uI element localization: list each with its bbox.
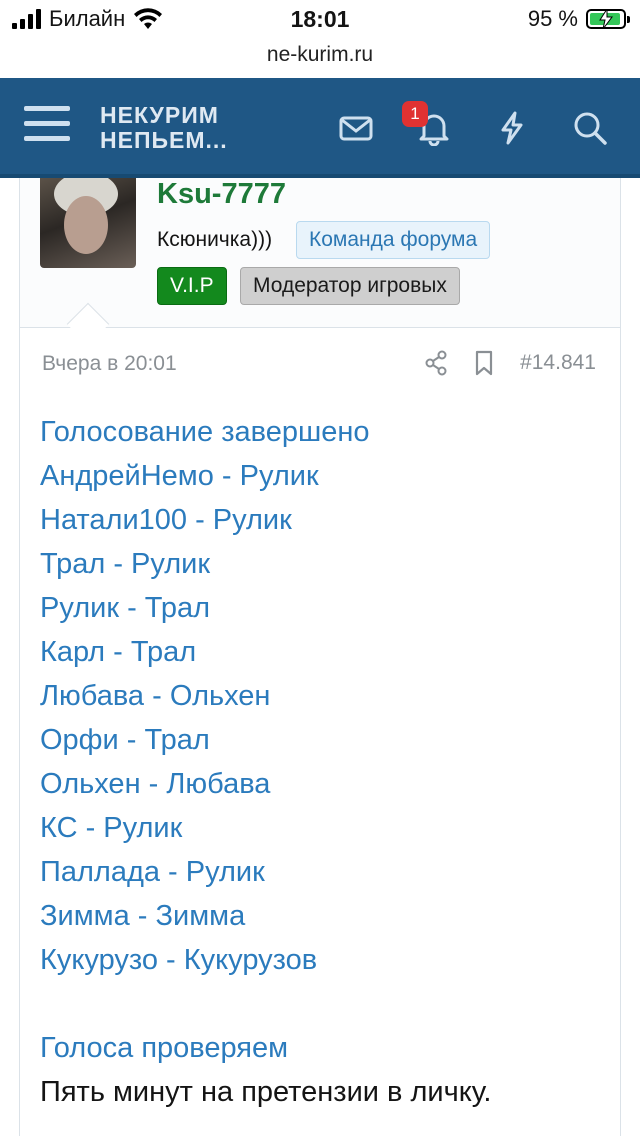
team-badge: Команда форума [296, 221, 491, 259]
address-bar[interactable]: ne-kurim.ru [0, 40, 640, 78]
menu-icon[interactable] [24, 106, 70, 146]
post-timestamp[interactable]: Вчера в 20:01 [42, 352, 177, 376]
footer-text: Пять минут на претензии в личку. [40, 1076, 492, 1108]
mail-icon[interactable] [338, 110, 374, 146]
post-line[interactable]: АндрейНемо - Рулик [40, 454, 610, 498]
footer-link[interactable]: Голоса проверяем [40, 1026, 610, 1070]
site-logo[interactable]: НЕКУРИМ НЕПЬЕМ... [100, 103, 228, 153]
user-block: Ksu-7777 Ксюничка))) Команда форума V.I.… [20, 178, 620, 328]
post-body: Голосование завершено АндрейНемо - Рулик… [40, 410, 610, 1114]
url-text: ne-kurim.ru [266, 43, 374, 66]
avatar[interactable] [40, 178, 136, 268]
bolt-icon[interactable] [494, 110, 530, 146]
post-actions: #14.841 [424, 350, 596, 376]
vip-badge: V.I.P [157, 267, 227, 305]
logo-line-2: НЕПЬЕМ... [100, 127, 228, 153]
post-line[interactable]: Трал - Рулик [40, 542, 610, 586]
post-line[interactable]: Натали100 - Рулик [40, 498, 610, 542]
post-line[interactable]: Ольхен - Любава [40, 762, 610, 806]
notification-badge: 1 [402, 101, 428, 127]
share-icon[interactable] [424, 350, 448, 376]
search-icon[interactable] [572, 110, 608, 146]
post-line[interactable]: Голосование завершено [40, 410, 610, 454]
user-title: Ксюничка))) [157, 228, 273, 251]
site-header: НЕКУРИМ НЕПЬЕМ... [0, 78, 640, 178]
post-line[interactable]: Кукурузо - Кукурузов [40, 938, 610, 982]
post-line[interactable]: Зимма - Зимма [40, 894, 610, 938]
post-line[interactable]: Рулик - Трал [40, 586, 610, 630]
post-line[interactable]: Орфи - Трал [40, 718, 610, 762]
username[interactable]: Ksu-7777 [157, 178, 286, 211]
battery-icon [586, 9, 630, 29]
post-number[interactable]: #14.841 [520, 351, 596, 375]
post-card: Ksu-7777 Ксюничка))) Команда форума V.I.… [19, 178, 621, 1136]
logo-line-1: НЕКУРИМ [100, 102, 219, 128]
moderator-badge: Модератор игровых [240, 267, 460, 305]
post-line[interactable]: КС - Рулик [40, 806, 610, 850]
battery-percent: 95 % [527, 6, 578, 31]
post-line[interactable]: Любава - Ольхен [40, 674, 610, 718]
post-line[interactable]: Паллада - Рулик [40, 850, 610, 894]
post-line[interactable]: Карл - Трал [40, 630, 610, 674]
status-bar: Билайн 18:01 95 % [0, 0, 640, 40]
bookmark-icon[interactable] [474, 350, 494, 376]
